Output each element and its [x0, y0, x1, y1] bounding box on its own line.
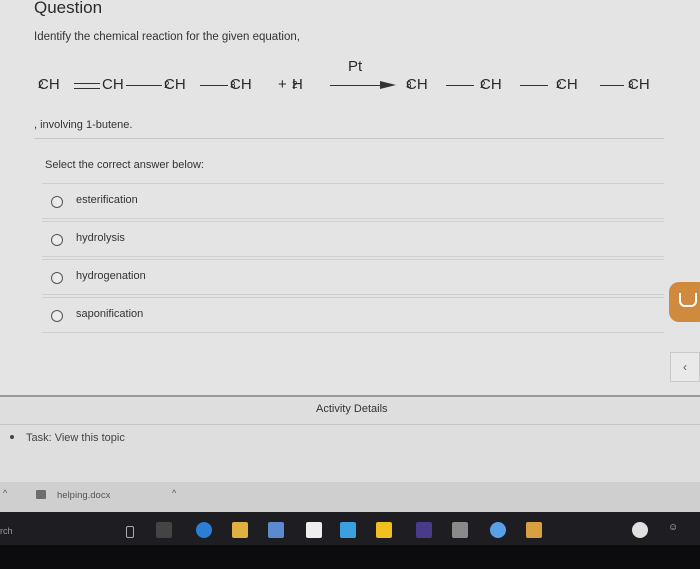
activity-details-panel: Activity Details Task: View this topic	[0, 397, 700, 482]
chat-icon	[679, 293, 697, 307]
chrome-icon[interactable]	[490, 522, 506, 538]
lightning-icon[interactable]	[376, 522, 392, 538]
reactant-ch: CH	[102, 76, 124, 93]
word-document-icon	[36, 490, 46, 499]
option-label: saponification	[76, 308, 144, 320]
amazon-icon[interactable]	[306, 522, 322, 538]
question-prompt: Identify the chemical reaction for the g…	[34, 31, 300, 43]
collapse-panel-button[interactable]: ‹	[670, 352, 700, 382]
reaction-arrow-head	[380, 81, 396, 89]
radio-button[interactable]	[51, 234, 63, 246]
single-bond	[200, 85, 228, 86]
caret-up-icon[interactable]: ^	[3, 488, 7, 498]
download-bar: ^ helping.docx ^	[0, 482, 700, 512]
single-bond	[520, 85, 548, 86]
question-title: Question	[34, 0, 103, 17]
task-item[interactable]: Task: View this topic	[10, 432, 125, 444]
chat-help-button[interactable]	[669, 282, 700, 322]
people-icon[interactable]: ☺	[668, 522, 684, 538]
single-bond	[126, 85, 162, 86]
option-esterification[interactable]: esterification	[42, 183, 664, 219]
file-explorer-icon[interactable]	[232, 522, 248, 538]
reaction-arrow-line	[330, 85, 382, 86]
double-bond	[74, 83, 100, 89]
help-icon[interactable]	[632, 522, 648, 538]
single-bond	[600, 85, 624, 86]
involving-note: , involving 1-butene.	[34, 119, 133, 131]
chemical-equation: CH 2 CH CH 2 CH 3 + H2 Pt CH 3 CH 2 CH 2 CH 3	[38, 58, 650, 93]
edge-browser-icon[interactable]	[196, 522, 212, 538]
download-filename[interactable]: helping.docx	[57, 490, 110, 501]
taskbar-search[interactable]: rch	[0, 526, 13, 536]
caret-up-icon[interactable]: ^	[172, 488, 176, 498]
question-page: Question Identify the chemical reaction …	[0, 0, 700, 395]
taskbar: rch ☺	[0, 512, 700, 569]
option-label: esterification	[76, 194, 138, 206]
onenote-icon[interactable]	[416, 522, 432, 538]
chevron-left-icon: ‹	[683, 360, 687, 374]
activity-details-title: Activity Details	[316, 403, 388, 415]
radio-button[interactable]	[51, 196, 63, 208]
option-label: hydrolysis	[76, 232, 125, 244]
dropbox-icon[interactable]	[340, 522, 356, 538]
single-bond	[446, 85, 474, 86]
app-icon[interactable]	[526, 522, 542, 538]
store-icon[interactable]	[268, 522, 284, 538]
microphone-icon[interactable]	[126, 526, 134, 538]
bullet-icon	[10, 435, 14, 439]
plus-sign: +	[278, 76, 287, 93]
radio-button[interactable]	[51, 272, 63, 284]
catalyst-label: Pt	[348, 58, 363, 75]
task-label: Task: View this topic	[26, 432, 125, 444]
task-view-icon[interactable]	[156, 522, 172, 538]
radio-button[interactable]	[51, 310, 63, 322]
mail-icon[interactable]	[452, 522, 468, 538]
answer-section: Select the correct answer below: esterif…	[34, 138, 664, 333]
option-saponification[interactable]: saponification	[42, 297, 664, 333]
activity-divider	[0, 424, 700, 425]
option-hydrolysis[interactable]: hydrolysis	[42, 221, 664, 257]
option-label: hydrogenation	[76, 270, 146, 282]
taskbar-bottom	[0, 545, 700, 569]
option-hydrogenation[interactable]: hydrogenation	[42, 259, 664, 295]
select-answer-label: Select the correct answer below:	[45, 159, 204, 171]
